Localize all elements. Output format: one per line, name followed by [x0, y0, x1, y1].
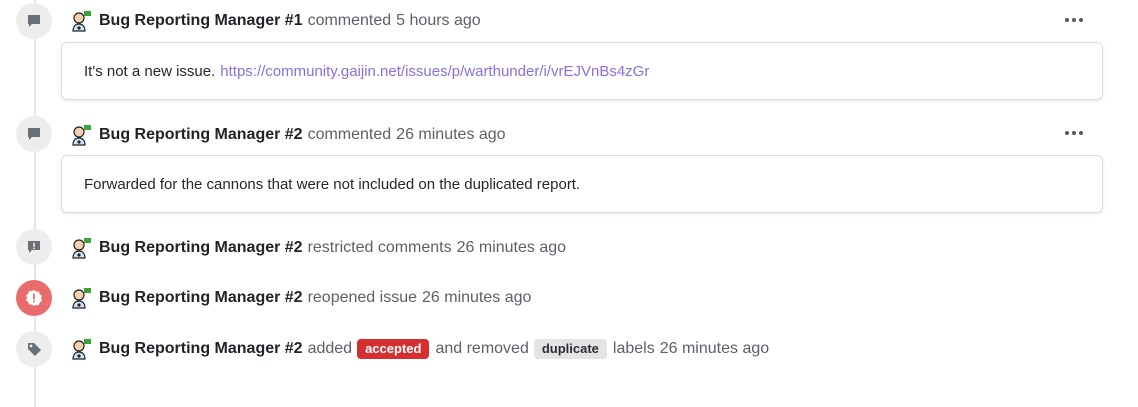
- event-header: Bug Reporting Manager #2 commented 26 mi…: [70, 123, 506, 147]
- speech-bubble-icon: [16, 116, 52, 152]
- event-verb: commented: [307, 12, 392, 29]
- labels-suffix: labels: [612, 340, 655, 357]
- author-name[interactable]: Bug Reporting Manager #2: [99, 289, 303, 307]
- comment-body: Forwarded for the cannons that were not …: [61, 155, 1103, 213]
- label-accepted[interactable]: accepted: [357, 339, 430, 359]
- timestamp[interactable]: 26 minutes ago: [660, 340, 769, 358]
- event-verb: reopened issue: [307, 289, 417, 306]
- avatar[interactable]: [70, 287, 92, 309]
- author-name[interactable]: Bug Reporting Manager #2: [99, 239, 303, 257]
- tag-icon: [16, 331, 52, 367]
- timestamp[interactable]: 26 minutes ago: [457, 239, 566, 257]
- timestamp[interactable]: 26 minutes ago: [422, 289, 531, 307]
- avatar[interactable]: [70, 10, 92, 32]
- event-verb: restricted comments: [307, 239, 452, 256]
- event-header: Bug Reporting Manager #2 added accepted …: [70, 337, 769, 361]
- event-header: Bug Reporting Manager #2 reopened issue …: [70, 286, 531, 310]
- more-options-icon[interactable]: [1062, 121, 1086, 145]
- avatar[interactable]: [70, 124, 92, 146]
- comment-link[interactable]: https://community.gaijin.net/issues/p/wa…: [220, 63, 649, 80]
- reopened-alert-icon: [16, 280, 52, 316]
- avatar[interactable]: [70, 338, 92, 360]
- event-verb-removed: and removed: [435, 340, 529, 357]
- avatar[interactable]: [70, 237, 92, 259]
- timestamp[interactable]: 26 minutes ago: [396, 126, 505, 144]
- comment-body: It's not a new issue. https://community.…: [61, 42, 1103, 100]
- author-name[interactable]: Bug Reporting Manager #2: [99, 340, 303, 358]
- event-header: Bug Reporting Manager #1 commented 5 hou…: [70, 9, 481, 33]
- label-duplicate[interactable]: duplicate: [533, 339, 607, 359]
- comment-text: It's not a new issue.: [84, 62, 216, 80]
- event-header: Bug Reporting Manager #2 restricted comm…: [70, 236, 566, 260]
- event-verb-added: added: [307, 340, 353, 357]
- author-name[interactable]: Bug Reporting Manager #1: [99, 12, 303, 30]
- author-name[interactable]: Bug Reporting Manager #2: [99, 126, 303, 144]
- restricted-comment-icon: [16, 229, 52, 265]
- event-verb: commented: [307, 126, 392, 143]
- more-options-icon[interactable]: [1062, 8, 1086, 32]
- speech-bubble-icon: [16, 3, 52, 39]
- comment-text: Forwarded for the cannons that were not …: [84, 175, 581, 193]
- timestamp[interactable]: 5 hours ago: [396, 12, 481, 30]
